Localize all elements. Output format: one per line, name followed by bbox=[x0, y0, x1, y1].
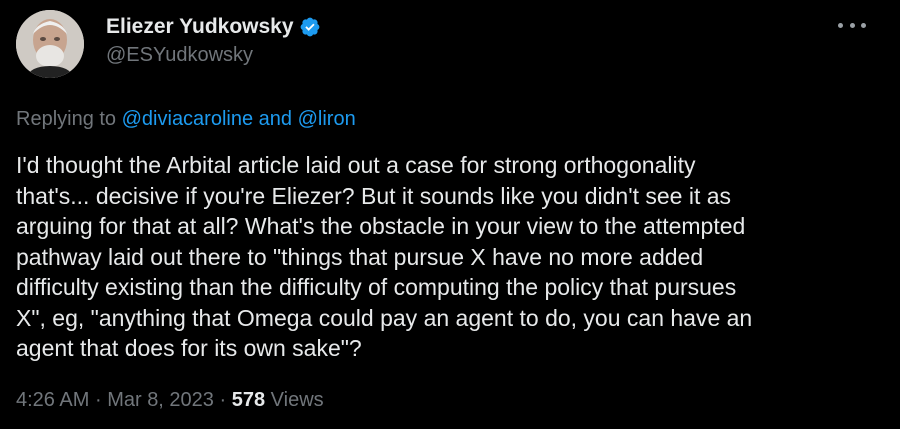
views-count: 578 bbox=[231, 389, 266, 411]
more-options-button[interactable] bbox=[838, 14, 866, 36]
replying-to: Replying to @diviacaroline and @liron bbox=[16, 108, 356, 131]
avatar[interactable] bbox=[16, 10, 84, 78]
name-row: Eliezer Yudkowsky bbox=[106, 14, 321, 40]
display-name[interactable]: Eliezer Yudkowsky bbox=[106, 15, 294, 39]
tweet-meta: 4:26 AM · Mar 8, 2023 · 578 Views bbox=[16, 389, 324, 412]
tweet-text-line: I'd thought the Arbital article laid out… bbox=[16, 152, 696, 178]
tweet: Eliezer Yudkowsky @ESYudkowsky Replying … bbox=[0, 0, 900, 429]
handle[interactable]: @ESYudkowsky bbox=[106, 44, 321, 67]
tweet-text-line: agent that does for its own sake"? bbox=[16, 335, 362, 361]
meta-separator: · bbox=[219, 389, 227, 411]
tweet-text-line: difficulty existing than the difficulty … bbox=[16, 274, 737, 300]
more-options-icon-dot bbox=[849, 22, 855, 28]
tweet-text-line: arguing for that at all? What's the obst… bbox=[16, 213, 746, 239]
replying-prefix: Replying to bbox=[16, 108, 117, 130]
meta-separator: · bbox=[94, 389, 102, 411]
timestamp-time[interactable]: 4:26 AM bbox=[16, 389, 89, 411]
more-options-icon-dot bbox=[861, 22, 866, 28]
mention-link[interactable]: @diviacaroline bbox=[122, 108, 253, 130]
timestamp-date[interactable]: Mar 8, 2023 bbox=[107, 389, 214, 411]
more-options-icon bbox=[838, 22, 843, 28]
tweet-text-line: pathway laid out there to "things that p… bbox=[16, 243, 704, 270]
mention-conjunction[interactable]: and bbox=[259, 108, 292, 130]
tweet-text-line: X", eg, "anything that Omega could pay a… bbox=[16, 304, 753, 331]
verified-badge-icon[interactable] bbox=[299, 16, 321, 38]
user-avatar-photo-icon bbox=[16, 10, 84, 78]
mention-link[interactable]: @liron bbox=[298, 108, 356, 130]
author-info: Eliezer Yudkowsky @ESYudkowsky bbox=[106, 14, 321, 67]
views-label: Views bbox=[270, 389, 324, 411]
tweet-text-line: that's... decisive if you're Eliezer? Bu… bbox=[16, 182, 732, 209]
tweet-text: I'd thought the Arbital article laid out… bbox=[16, 150, 886, 364]
